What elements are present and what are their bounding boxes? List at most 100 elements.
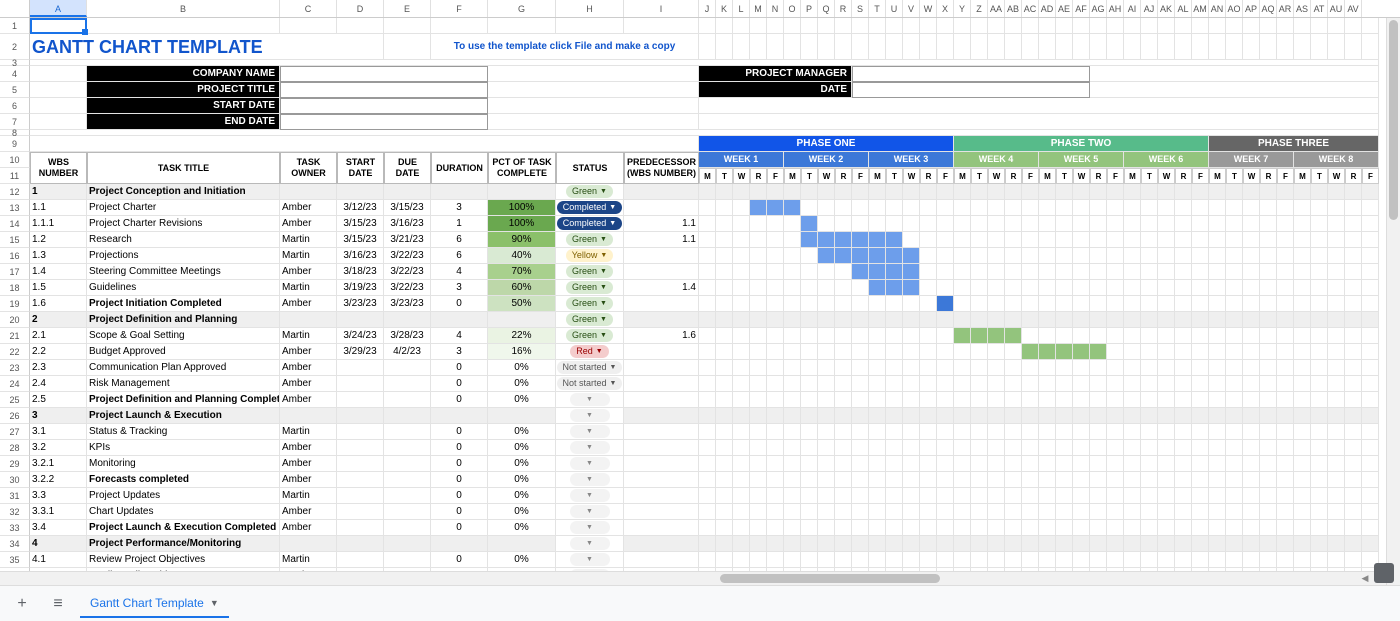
column-header-AG[interactable]: AG: [1090, 0, 1107, 17]
select-all-corner[interactable]: [0, 0, 30, 17]
table-header-start[interactable]: START DATE: [337, 152, 384, 184]
column-header-AN[interactable]: AN: [1209, 0, 1226, 17]
chevron-down-icon[interactable]: ▼: [210, 598, 219, 608]
horizontal-scrollbar[interactable]: ◀ ▶: [0, 571, 1386, 585]
status-cell[interactable]: ▼: [556, 392, 624, 408]
column-header-J[interactable]: J: [699, 0, 716, 17]
table-header-dur[interactable]: DURATION: [431, 152, 488, 184]
column-header-AO[interactable]: AO: [1226, 0, 1243, 17]
row-header[interactable]: 34: [0, 536, 30, 552]
table-header-wbs[interactable]: WBS NUMBER: [30, 152, 87, 184]
status-pill[interactable]: ▼: [570, 553, 610, 566]
column-header-D[interactable]: D: [337, 0, 384, 17]
column-header-AC[interactable]: AC: [1022, 0, 1039, 17]
day-header[interactable]: M: [954, 168, 971, 184]
status-pill[interactable]: Green ▼: [566, 233, 613, 246]
column-header-AD[interactable]: AD: [1039, 0, 1056, 17]
column-header-AF[interactable]: AF: [1073, 0, 1090, 17]
column-header-P[interactable]: P: [801, 0, 818, 17]
day-header[interactable]: R: [835, 168, 852, 184]
status-cell[interactable]: ▼: [556, 472, 624, 488]
day-header[interactable]: F: [852, 168, 869, 184]
day-header[interactable]: R: [750, 168, 767, 184]
status-cell[interactable]: ▼: [556, 552, 624, 568]
row-header[interactable]: 13: [0, 200, 30, 216]
subtitle[interactable]: To use the template click File and make …: [431, 34, 699, 60]
day-header[interactable]: R: [1345, 168, 1362, 184]
row-header[interactable]: 26: [0, 408, 30, 424]
row-header[interactable]: 23: [0, 360, 30, 376]
sheet-tab[interactable]: Gantt Chart Template ▼: [80, 590, 229, 618]
row-header[interactable]: 24: [0, 376, 30, 392]
column-header-U[interactable]: U: [886, 0, 903, 17]
status-cell[interactable]: Green ▼: [556, 232, 624, 248]
column-header-N[interactable]: N: [767, 0, 784, 17]
status-cell[interactable]: Completed ▼: [556, 200, 624, 216]
week-header[interactable]: WEEK 5: [1039, 152, 1124, 168]
row-header[interactable]: 10: [0, 152, 30, 168]
column-header-S[interactable]: S: [852, 0, 869, 17]
explore-icon[interactable]: [1374, 563, 1394, 583]
table-header-owner[interactable]: TASK OWNER: [280, 152, 337, 184]
row-header[interactable]: 9: [0, 136, 30, 152]
status-pill[interactable]: ▼: [570, 457, 610, 470]
status-cell[interactable]: ▼: [556, 440, 624, 456]
status-pill[interactable]: ▼: [570, 489, 610, 502]
column-header-Y[interactable]: Y: [954, 0, 971, 17]
status-pill[interactable]: Green ▼: [566, 281, 613, 294]
phase-header[interactable]: PHASE ONE: [699, 136, 954, 152]
row-header[interactable]: 31: [0, 488, 30, 504]
column-header-AS[interactable]: AS: [1294, 0, 1311, 17]
day-header[interactable]: W: [1073, 168, 1090, 184]
status-pill[interactable]: Not started ▼: [557, 377, 623, 390]
column-header-G[interactable]: G: [488, 0, 556, 17]
column-header-AB[interactable]: AB: [1005, 0, 1022, 17]
week-header[interactable]: WEEK 6: [1124, 152, 1209, 168]
day-header[interactable]: M: [1039, 168, 1056, 184]
status-pill[interactable]: Green ▼: [566, 329, 613, 342]
row-header[interactable]: 15: [0, 232, 30, 248]
week-header[interactable]: WEEK 3: [869, 152, 954, 168]
column-header-H[interactable]: H: [556, 0, 624, 17]
row-header[interactable]: 22: [0, 344, 30, 360]
column-header-Q[interactable]: Q: [818, 0, 835, 17]
add-sheet-button[interactable]: +: [8, 590, 36, 618]
status-cell[interactable]: Green ▼: [556, 328, 624, 344]
all-sheets-button[interactable]: ≡: [44, 590, 72, 618]
status-cell[interactable]: Green ▼: [556, 296, 624, 312]
day-header[interactable]: T: [886, 168, 903, 184]
column-header-AL[interactable]: AL: [1175, 0, 1192, 17]
column-header-Z[interactable]: Z: [971, 0, 988, 17]
row-header[interactable]: 11: [0, 168, 30, 184]
row-header[interactable]: 35: [0, 552, 30, 568]
row-header[interactable]: 6: [0, 98, 30, 114]
phase-header[interactable]: PHASE THREE: [1209, 136, 1379, 152]
column-header-AI[interactable]: AI: [1124, 0, 1141, 17]
status-cell[interactable]: Not started ▼: [556, 360, 624, 376]
day-header[interactable]: W: [1328, 168, 1345, 184]
day-header[interactable]: M: [784, 168, 801, 184]
status-cell[interactable]: ▼: [556, 520, 624, 536]
spreadsheet-grid[interactable]: 12GANTT CHART TEMPLATETo use the templat…: [0, 18, 1400, 578]
status-pill[interactable]: Yellow ▼: [566, 249, 614, 262]
status-pill[interactable]: Completed ▼: [557, 201, 622, 214]
column-header-E[interactable]: E: [384, 0, 431, 17]
status-cell[interactable]: Green ▼: [556, 184, 624, 200]
column-header-AH[interactable]: AH: [1107, 0, 1124, 17]
day-header[interactable]: T: [1311, 168, 1328, 184]
status-cell[interactable]: ▼: [556, 424, 624, 440]
day-header[interactable]: F: [937, 168, 954, 184]
status-cell[interactable]: Completed ▼: [556, 216, 624, 232]
column-header-L[interactable]: L: [733, 0, 750, 17]
day-header[interactable]: F: [767, 168, 784, 184]
status-cell[interactable]: Red ▼: [556, 344, 624, 360]
table-header-status[interactable]: STATUS: [556, 152, 624, 184]
row-header[interactable]: 30: [0, 472, 30, 488]
status-cell[interactable]: ▼: [556, 488, 624, 504]
row-header[interactable]: 14: [0, 216, 30, 232]
column-header-T[interactable]: T: [869, 0, 886, 17]
status-pill[interactable]: Green ▼: [566, 297, 613, 310]
meta-label[interactable]: PROJECT MANAGER: [699, 66, 852, 82]
column-header-R[interactable]: R: [835, 0, 852, 17]
row-header[interactable]: 4: [0, 66, 30, 82]
